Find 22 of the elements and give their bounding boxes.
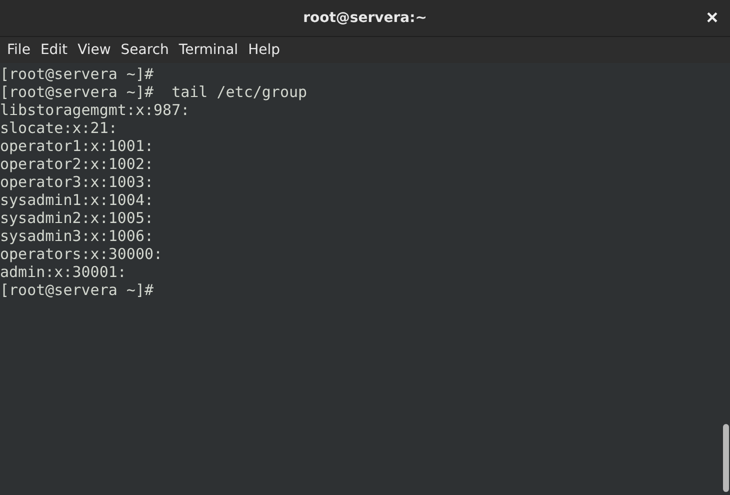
- terminal-line: [root@servera ~]#: [0, 65, 155, 83]
- window-title: root@servera:~: [303, 10, 427, 26]
- terminal-line: admin:x:30001:: [0, 263, 128, 281]
- terminal-line: operators:x:30000:: [0, 245, 164, 263]
- terminal-line: [root@servera ~]#: [0, 281, 155, 299]
- menu-item[interactable]: Edit: [35, 42, 73, 58]
- menu-item[interactable]: Search: [116, 42, 174, 58]
- close-button[interactable]: ×: [702, 7, 722, 29]
- terminal-line: sysadmin2:x:1005:: [0, 209, 155, 227]
- terminal-line: operator2:x:1002:: [0, 155, 155, 173]
- terminal-line: slocate:x:21:: [0, 119, 118, 137]
- menu-item[interactable]: View: [72, 42, 116, 58]
- scrollbar-thumb[interactable]: [723, 424, 729, 492]
- menu-item[interactable]: File: [2, 42, 36, 58]
- terminal-line: libstoragemgmt:x:987:: [0, 101, 191, 119]
- menu-item[interactable]: Help: [243, 42, 285, 58]
- terminal-line: sysadmin3:x:1006:: [0, 227, 155, 245]
- terminal-line: operator3:x:1003:: [0, 173, 155, 191]
- terminal-line: sysadmin1:x:1004:: [0, 191, 155, 209]
- terminal-line: [root@servera ~]# tail /etc/group: [0, 83, 308, 101]
- terminal-line: operator1:x:1001:: [0, 137, 155, 155]
- menu-item[interactable]: Terminal: [174, 42, 244, 58]
